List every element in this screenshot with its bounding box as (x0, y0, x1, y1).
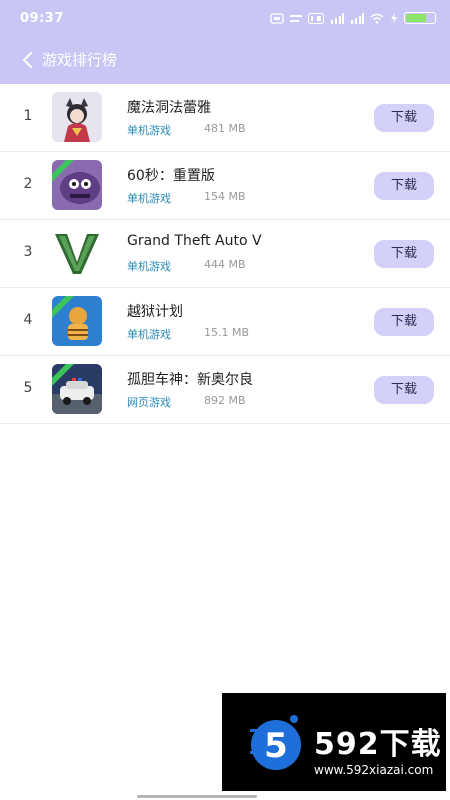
game-size: 481 MB (204, 122, 246, 135)
download-button[interactable]: 下载 (374, 308, 434, 336)
download-button[interactable]: 下载 (374, 172, 434, 200)
prisoner-character-icon[interactable] (52, 296, 102, 346)
rank-number: 2 (23, 176, 33, 192)
game-category: 单机游戏 (127, 328, 171, 341)
rank-number: 3 (23, 244, 33, 260)
game-row[interactable]: 5 孤胆车神：新奥尔良 网页游戏 892 MB 下载 (0, 356, 450, 424)
download-button[interactable]: 下载 (374, 376, 434, 404)
wifi-icon (370, 13, 384, 24)
gta-v-logo-icon[interactable] (52, 228, 102, 278)
game-size: 15.1 MB (204, 326, 250, 339)
site-watermark: 5 592下载 www.592xiazai.com (222, 693, 446, 791)
download-button[interactable]: 下载 (374, 240, 434, 268)
game-category: 单机游戏 (127, 192, 171, 205)
game-ranking-list: 1 魔法洞法蕾雅 单机游戏 481 MB 下载 2 60秒：重置版 单机游戏 1… (0, 84, 450, 424)
cast-icon (270, 12, 284, 24)
signal-5g-icon (331, 12, 344, 24)
592-logo-icon: 5 (250, 715, 301, 770)
police-car-icon[interactable] (52, 364, 102, 414)
game-category: 单机游戏 (127, 260, 171, 273)
game-name[interactable]: 越狱计划 (127, 301, 183, 321)
header-bar: 09:37 游戏排行榜 (0, 0, 450, 84)
status-bar: 09:37 (0, 0, 450, 38)
game-name[interactable]: 孤胆车神：新奥尔良 (127, 369, 253, 389)
status-icons (270, 12, 436, 24)
status-time: 09:37 (20, 11, 64, 26)
nav-bar: 游戏排行榜 (0, 44, 450, 76)
game-row[interactable]: 4 越狱计划 单机游戏 15.1 MB 下载 (0, 288, 450, 356)
rank-number: 4 (23, 312, 33, 328)
game-size: 154 MB (204, 190, 246, 203)
game-row[interactable]: 2 60秒：重置版 单机游戏 154 MB 下载 (0, 152, 450, 220)
network-speed-icon (290, 14, 302, 22)
rank-number: 5 (23, 380, 33, 396)
game-name[interactable]: 魔法洞法蕾雅 (127, 97, 211, 117)
watermark-brand: 592下载 (314, 727, 442, 762)
rank-number: 1 (23, 108, 33, 124)
logo-digit: 5 (264, 726, 288, 766)
game-name[interactable]: 60秒：重置版 (127, 165, 215, 185)
anime-girl-icon[interactable] (52, 92, 102, 142)
home-indicator[interactable] (137, 795, 257, 798)
game-row[interactable]: 3 Grand Theft Auto V 单机游戏 444 MB 下载 (0, 220, 450, 288)
hd-icon (308, 12, 324, 24)
game-category: 网页游戏 (127, 396, 171, 409)
game-size: 892 MB (204, 394, 246, 407)
watermark-url: www.592xiazai.com (314, 763, 434, 777)
game-name[interactable]: Grand Theft Auto V (127, 233, 262, 249)
game-size: 444 MB (204, 258, 246, 271)
game-category: 单机游戏 (127, 124, 171, 137)
charging-icon (391, 12, 397, 24)
purple-monster-icon[interactable] (52, 160, 102, 210)
page-title: 游戏排行榜 (42, 51, 118, 69)
battery-icon (404, 12, 436, 24)
game-row[interactable]: 1 魔法洞法蕾雅 单机游戏 481 MB 下载 (0, 84, 450, 152)
back-arrow-icon[interactable] (18, 50, 38, 70)
download-button[interactable]: 下载 (374, 104, 434, 132)
signal-4g-icon (351, 12, 364, 24)
